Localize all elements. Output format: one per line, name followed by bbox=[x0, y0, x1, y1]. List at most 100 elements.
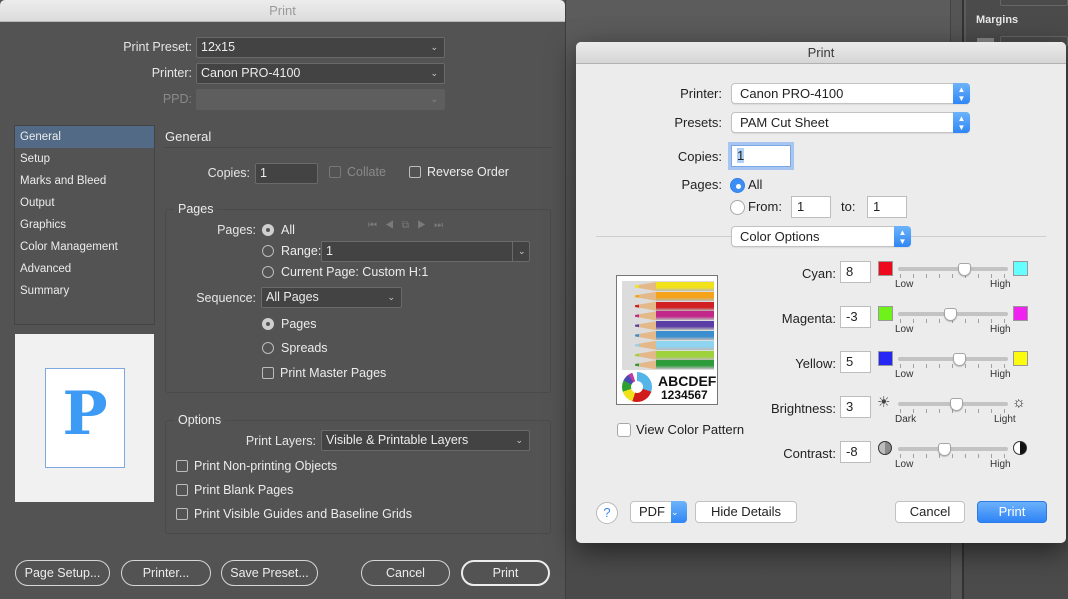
printer-select[interactable]: Canon PRO-4100 ⌄ bbox=[196, 63, 445, 84]
sidebar-item-summary[interactable]: Summary bbox=[15, 280, 154, 302]
color-sample-image: ABCDEF 1234567 bbox=[616, 275, 718, 405]
mac-print-dialog: Print Printer: Canon PRO-4100 ▲ ▼ Presets… bbox=[576, 42, 1066, 543]
sidebar-item-graphics[interactable]: Graphics bbox=[15, 214, 154, 236]
magenta-high-caption: High bbox=[990, 324, 1011, 335]
brightness-high-caption: Light bbox=[994, 414, 1016, 425]
collate-checkbox[interactable] bbox=[329, 166, 341, 178]
print-master-pages-checkbox[interactable] bbox=[262, 367, 274, 379]
pages-range-input[interactable]: 1 ⌄ bbox=[321, 241, 530, 262]
pencil-tip bbox=[630, 340, 656, 350]
mac-pages-to-label: to: bbox=[841, 199, 856, 214]
printer-value: Canon PRO-4100 bbox=[201, 66, 301, 80]
mac-pages-from-radio[interactable] bbox=[730, 200, 745, 215]
cyan-slider-track[interactable] bbox=[898, 267, 1008, 271]
printer-button[interactable]: Printer... bbox=[121, 560, 211, 586]
mac-pages-from-input[interactable]: 1 bbox=[791, 196, 831, 218]
pdf-menu-button[interactable]: PDF ⌄ bbox=[630, 501, 687, 523]
print-master-pages-label: Print Master Pages bbox=[280, 366, 387, 380]
print-non-printing-objects-label: Print Non-printing Objects bbox=[194, 459, 338, 473]
preview-page-thumbnail: P bbox=[45, 368, 125, 468]
mac-presets-select[interactable]: PAM Cut Sheet ▲ ▼ bbox=[731, 112, 970, 133]
pencil-tip bbox=[630, 301, 656, 311]
page-setup-button[interactable]: Page Setup... bbox=[15, 560, 110, 586]
panel-select-value: Color Options bbox=[740, 229, 820, 244]
mac-copies-label: Copies: bbox=[677, 149, 722, 164]
chevron-down-icon: ⌄ bbox=[430, 94, 438, 104]
hide-details-button[interactable]: Hide Details bbox=[695, 501, 797, 523]
mac-pages-label: Pages: bbox=[681, 177, 722, 192]
current-page-radio[interactable] bbox=[262, 266, 274, 278]
pencil-tip bbox=[630, 350, 656, 360]
pdf-label: PDF bbox=[639, 504, 665, 519]
sidebar-item-marks-and-bleed[interactable]: Marks and Bleed bbox=[15, 170, 154, 192]
chevron-down-icon: ⌄ bbox=[515, 435, 523, 445]
reverse-order-checkbox[interactable] bbox=[409, 166, 421, 178]
pencil bbox=[656, 321, 714, 331]
contrast-input[interactable]: -8 bbox=[840, 441, 871, 463]
section-title: General bbox=[165, 129, 212, 144]
print-button[interactable]: Print bbox=[461, 560, 550, 586]
cancel-button[interactable]: Cancel bbox=[361, 560, 450, 586]
copies-label: Copies: bbox=[207, 166, 250, 180]
magenta-slider-knob[interactable] bbox=[943, 308, 957, 321]
magenta-input[interactable]: -3 bbox=[840, 306, 871, 328]
print-layers-select[interactable]: Visible & Printable Layers ⌄ bbox=[321, 430, 530, 451]
layout-spreads-radio[interactable] bbox=[262, 342, 274, 354]
save-preset-button[interactable]: Save Preset... bbox=[221, 560, 318, 586]
magenta-high-swatch-icon bbox=[1013, 306, 1028, 321]
mac-pages-to-input[interactable]: 1 bbox=[867, 196, 907, 218]
layout-pages-radio[interactable] bbox=[262, 318, 274, 330]
cyan-slider-knob[interactable] bbox=[958, 263, 971, 276]
print-layers-label: Print Layers: bbox=[245, 434, 316, 448]
mac-print-button[interactable]: Print bbox=[977, 501, 1047, 523]
cyan-high-swatch-icon bbox=[1013, 261, 1028, 276]
mac-pages-all-radio[interactable] bbox=[730, 178, 745, 193]
sidebar-item-advanced[interactable]: Advanced bbox=[15, 258, 154, 280]
print-layers-value: Visible & Printable Layers bbox=[326, 433, 469, 447]
yellow-input[interactable]: 5 bbox=[840, 351, 871, 373]
last-page-icon[interactable]: ⏭ bbox=[434, 220, 451, 231]
print-blank-pages-checkbox[interactable] bbox=[176, 484, 188, 496]
cyan-input[interactable]: 8 bbox=[840, 261, 871, 283]
pages-all-radio[interactable] bbox=[262, 224, 274, 236]
panel-select[interactable]: Color Options ▲ ▼ bbox=[731, 226, 911, 247]
mac-copies-input[interactable]: 1 bbox=[731, 145, 791, 167]
pages-range-radio[interactable] bbox=[262, 245, 274, 257]
magenta-low-caption: Low bbox=[895, 324, 914, 335]
first-page-icon[interactable]: ⏮ bbox=[368, 220, 385, 231]
magenta-low-swatch-icon bbox=[878, 306, 893, 321]
print-non-printing-objects-checkbox[interactable] bbox=[176, 460, 188, 472]
mac-copies-value: 1 bbox=[737, 148, 745, 163]
current-page-label: Current Page: Custom H:1 bbox=[281, 265, 429, 279]
yellow-low-caption: Low bbox=[895, 369, 914, 380]
sidebar-item-general[interactable]: General bbox=[15, 126, 154, 148]
previous-page-icon[interactable]: ◀ bbox=[385, 220, 402, 231]
mac-cancel-button[interactable]: Cancel bbox=[895, 501, 965, 523]
view-color-pattern-checkbox[interactable] bbox=[617, 423, 631, 437]
magenta-label: Magenta: bbox=[781, 311, 836, 326]
sequence-select[interactable]: All Pages ⌄ bbox=[261, 287, 402, 308]
brightness-input[interactable]: 3 bbox=[840, 396, 871, 418]
pencil-tip bbox=[630, 360, 656, 370]
page-preview: P bbox=[15, 334, 154, 502]
mac-presets-label: Presets: bbox=[674, 115, 722, 130]
ppd-select: ⌄ bbox=[196, 89, 445, 110]
mac-printer-select[interactable]: Canon PRO-4100 ▲ ▼ bbox=[731, 83, 970, 104]
copies-input[interactable]: 1 bbox=[255, 163, 318, 184]
sidebar-item-color-management[interactable]: Color Management bbox=[15, 236, 154, 258]
mac-pages-from-label: From: bbox=[748, 199, 782, 214]
yellow-slider-knob[interactable] bbox=[952, 353, 966, 366]
help-button[interactable]: ? bbox=[596, 502, 618, 524]
sidebar-item-output[interactable]: Output bbox=[15, 192, 154, 214]
sequence-value: All Pages bbox=[266, 290, 319, 304]
color-wheel-icon bbox=[622, 372, 652, 402]
next-page-icon[interactable]: ▶ bbox=[417, 220, 434, 231]
print-preset-select[interactable]: 12x15 ⌄ bbox=[196, 37, 445, 58]
pencil bbox=[656, 331, 714, 340]
pencil-tip bbox=[630, 311, 656, 321]
page-spread-icon[interactable]: ⧉ bbox=[402, 220, 417, 231]
sidebar-item-setup[interactable]: Setup bbox=[15, 148, 154, 170]
print-visible-guides-checkbox[interactable] bbox=[176, 508, 188, 520]
contrast-slider-track[interactable] bbox=[898, 447, 1008, 451]
mac-print-title: Print bbox=[576, 42, 1066, 64]
